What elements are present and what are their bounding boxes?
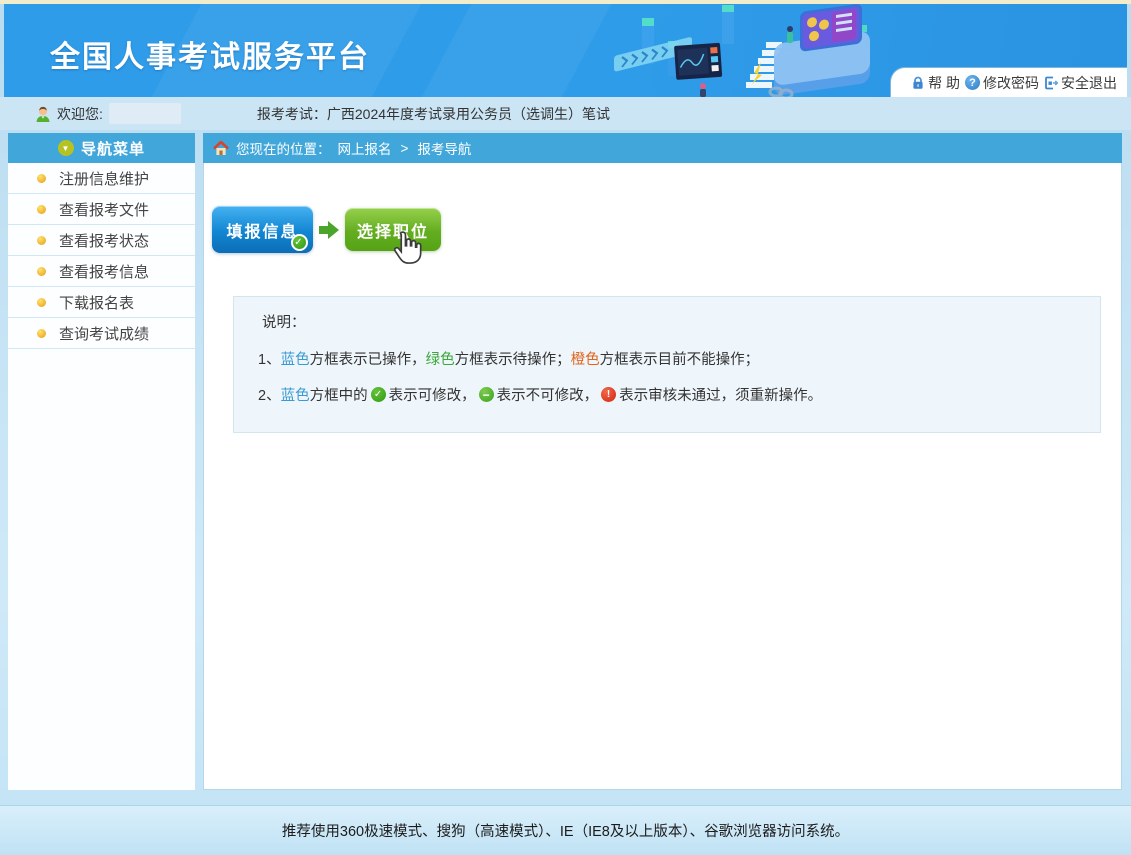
- sidebar: ▼ 导航菜单 注册信息维护 查看报考文件 查看报考状态 查看报考信息 下载报名表…: [8, 133, 195, 790]
- logout-link[interactable]: 安全退出: [1044, 73, 1117, 93]
- fill-info-label: 填报信息: [226, 218, 298, 242]
- exam-info: 报考考试：广西2024年度考试录用公务员（选调生）笔试: [257, 104, 610, 124]
- sidebar-item-exam-documents[interactable]: 查看报考文件: [8, 194, 195, 225]
- notice-text: 2、: [258, 384, 281, 405]
- sidebar-item-register-info[interactable]: 注册信息维护: [8, 163, 195, 194]
- header-links-tab: 帮 助 ? 修改密码 安全退出: [890, 67, 1127, 97]
- notice-line-1: 1、蓝色方框表示已操作，绿色方框表示待操作；橙色方框表示目前不能操作；: [258, 348, 1100, 369]
- notice-text: 方框表示已操作，: [310, 348, 426, 369]
- page-title: 全国人事考试服务平台: [50, 32, 370, 76]
- exit-icon: [1044, 76, 1058, 90]
- change-password-label: 修改密码: [983, 73, 1039, 93]
- bullet-icon: [37, 298, 46, 307]
- help-label: 帮 助: [928, 73, 960, 93]
- sidebar-item-download-form[interactable]: 下载报名表: [8, 287, 195, 318]
- user-avatar-icon: [34, 105, 52, 123]
- sidebar-item-exam-results[interactable]: 查询考试成绩: [8, 318, 195, 349]
- breadcrumb-link-exam-navigation[interactable]: 报考导航: [417, 138, 471, 158]
- hand-cursor-icon: [391, 230, 425, 268]
- notice-text-green: 绿色: [426, 348, 455, 369]
- sidebar-item-label: 查询考试成绩: [59, 323, 149, 344]
- bullet-icon: [37, 267, 46, 276]
- sidebar-item-label: 查看报考状态: [59, 230, 149, 251]
- bullet-icon: [37, 174, 46, 183]
- bullet-icon: [37, 205, 46, 214]
- step-buttons: 填报信息 ✓ 选择职位: [212, 206, 441, 253]
- footer: 推荐使用360极速模式、搜狗（高速模式）、IE（IE8及以上版本）、谷歌浏览器访…: [0, 805, 1131, 855]
- logout-label: 安全退出: [1061, 73, 1117, 93]
- header-sheen: [381, 4, 627, 97]
- sidebar-item-label: 查看报考文件: [59, 199, 149, 220]
- breadcrumb-link-online-application[interactable]: 网上报名: [338, 138, 392, 158]
- notice-title: 说明：: [262, 311, 1100, 332]
- notice-box: 说明： 1、蓝色方框表示已操作，绿色方框表示待操作；橙色方框表示目前不能操作； …: [233, 296, 1101, 433]
- username-redacted: [109, 103, 181, 124]
- sidebar-header: ▼ 导航菜单: [8, 133, 195, 163]
- fill-info-button[interactable]: 填报信息 ✓: [212, 206, 313, 253]
- sidebar-item-application-info[interactable]: 查看报考信息: [8, 256, 195, 287]
- change-password-link[interactable]: ? 修改密码: [965, 73, 1039, 93]
- main-content: 您现在的位置： 网上报名 > 报考导航 填报信息 ✓ 选择职位 说明：: [203, 133, 1122, 790]
- lock-icon: [911, 76, 925, 90]
- sidebar-title: 导航菜单: [81, 138, 145, 159]
- exam-value: 广西2024年度考试录用公务员（选调生）笔试: [327, 106, 610, 122]
- check-icon: ✓: [291, 234, 308, 251]
- notice-text: 表示可修改，: [389, 384, 476, 405]
- breadcrumb-prefix: 您现在的位置：: [236, 138, 331, 158]
- sidebar-item-label: 查看报考信息: [59, 261, 149, 282]
- header-illustration-icon: [604, 4, 904, 97]
- notice-text-blue: 蓝色: [281, 348, 310, 369]
- notice-text-blue: 蓝色: [281, 384, 310, 405]
- bullet-icon: [37, 236, 46, 245]
- breadcrumb-separator: >: [401, 141, 409, 156]
- help-link[interactable]: 帮 助: [911, 73, 960, 93]
- select-position-button[interactable]: 选择职位: [345, 208, 441, 251]
- notice-text: 方框表示目前不能操作；: [600, 348, 760, 369]
- welcome-label: 欢迎您:: [57, 104, 103, 124]
- footer-text: 推荐使用360极速模式、搜狗（高速模式）、IE（IE8及以上版本）、谷歌浏览器访…: [282, 820, 849, 841]
- welcome-bar: 欢迎您: 报考考试：广西2024年度考试录用公务员（选调生）笔试: [0, 97, 1131, 130]
- exclamation-icon: !: [601, 387, 616, 402]
- notice-text: 方框表示待操作；: [455, 348, 571, 369]
- question-icon: ?: [965, 75, 980, 90]
- notice-text: 1、: [258, 348, 281, 369]
- step-arrow-icon: [319, 221, 339, 239]
- notice-text-orange: 橙色: [571, 348, 600, 369]
- breadcrumb: 您现在的位置： 网上报名 > 报考导航: [203, 133, 1122, 163]
- header: 全国人事考试服务平台 帮 助 ? 修改密码 安全退: [4, 4, 1127, 97]
- home-icon: [213, 141, 229, 156]
- notice-text: 表示不可修改，: [497, 384, 599, 405]
- notice-line-2: 2、蓝色方框中的✓表示可修改，−表示不可修改，!表示审核未通过，须重新操作。: [258, 384, 1100, 405]
- sidebar-item-label: 注册信息维护: [59, 168, 149, 189]
- chevron-down-icon: ▼: [58, 140, 74, 156]
- exam-label: 报考考试：: [257, 106, 327, 122]
- check-icon: ✓: [371, 387, 386, 402]
- bullet-icon: [37, 329, 46, 338]
- page: 全国人事考试服务平台 帮 助 ? 修改密码 安全退: [0, 0, 1131, 855]
- minus-icon: −: [479, 387, 494, 402]
- sidebar-item-label: 下载报名表: [59, 292, 134, 313]
- sidebar-item-application-status[interactable]: 查看报考状态: [8, 225, 195, 256]
- notice-text: 表示审核未通过，须重新操作。: [619, 384, 822, 405]
- notice-text: 方框中的: [310, 384, 368, 405]
